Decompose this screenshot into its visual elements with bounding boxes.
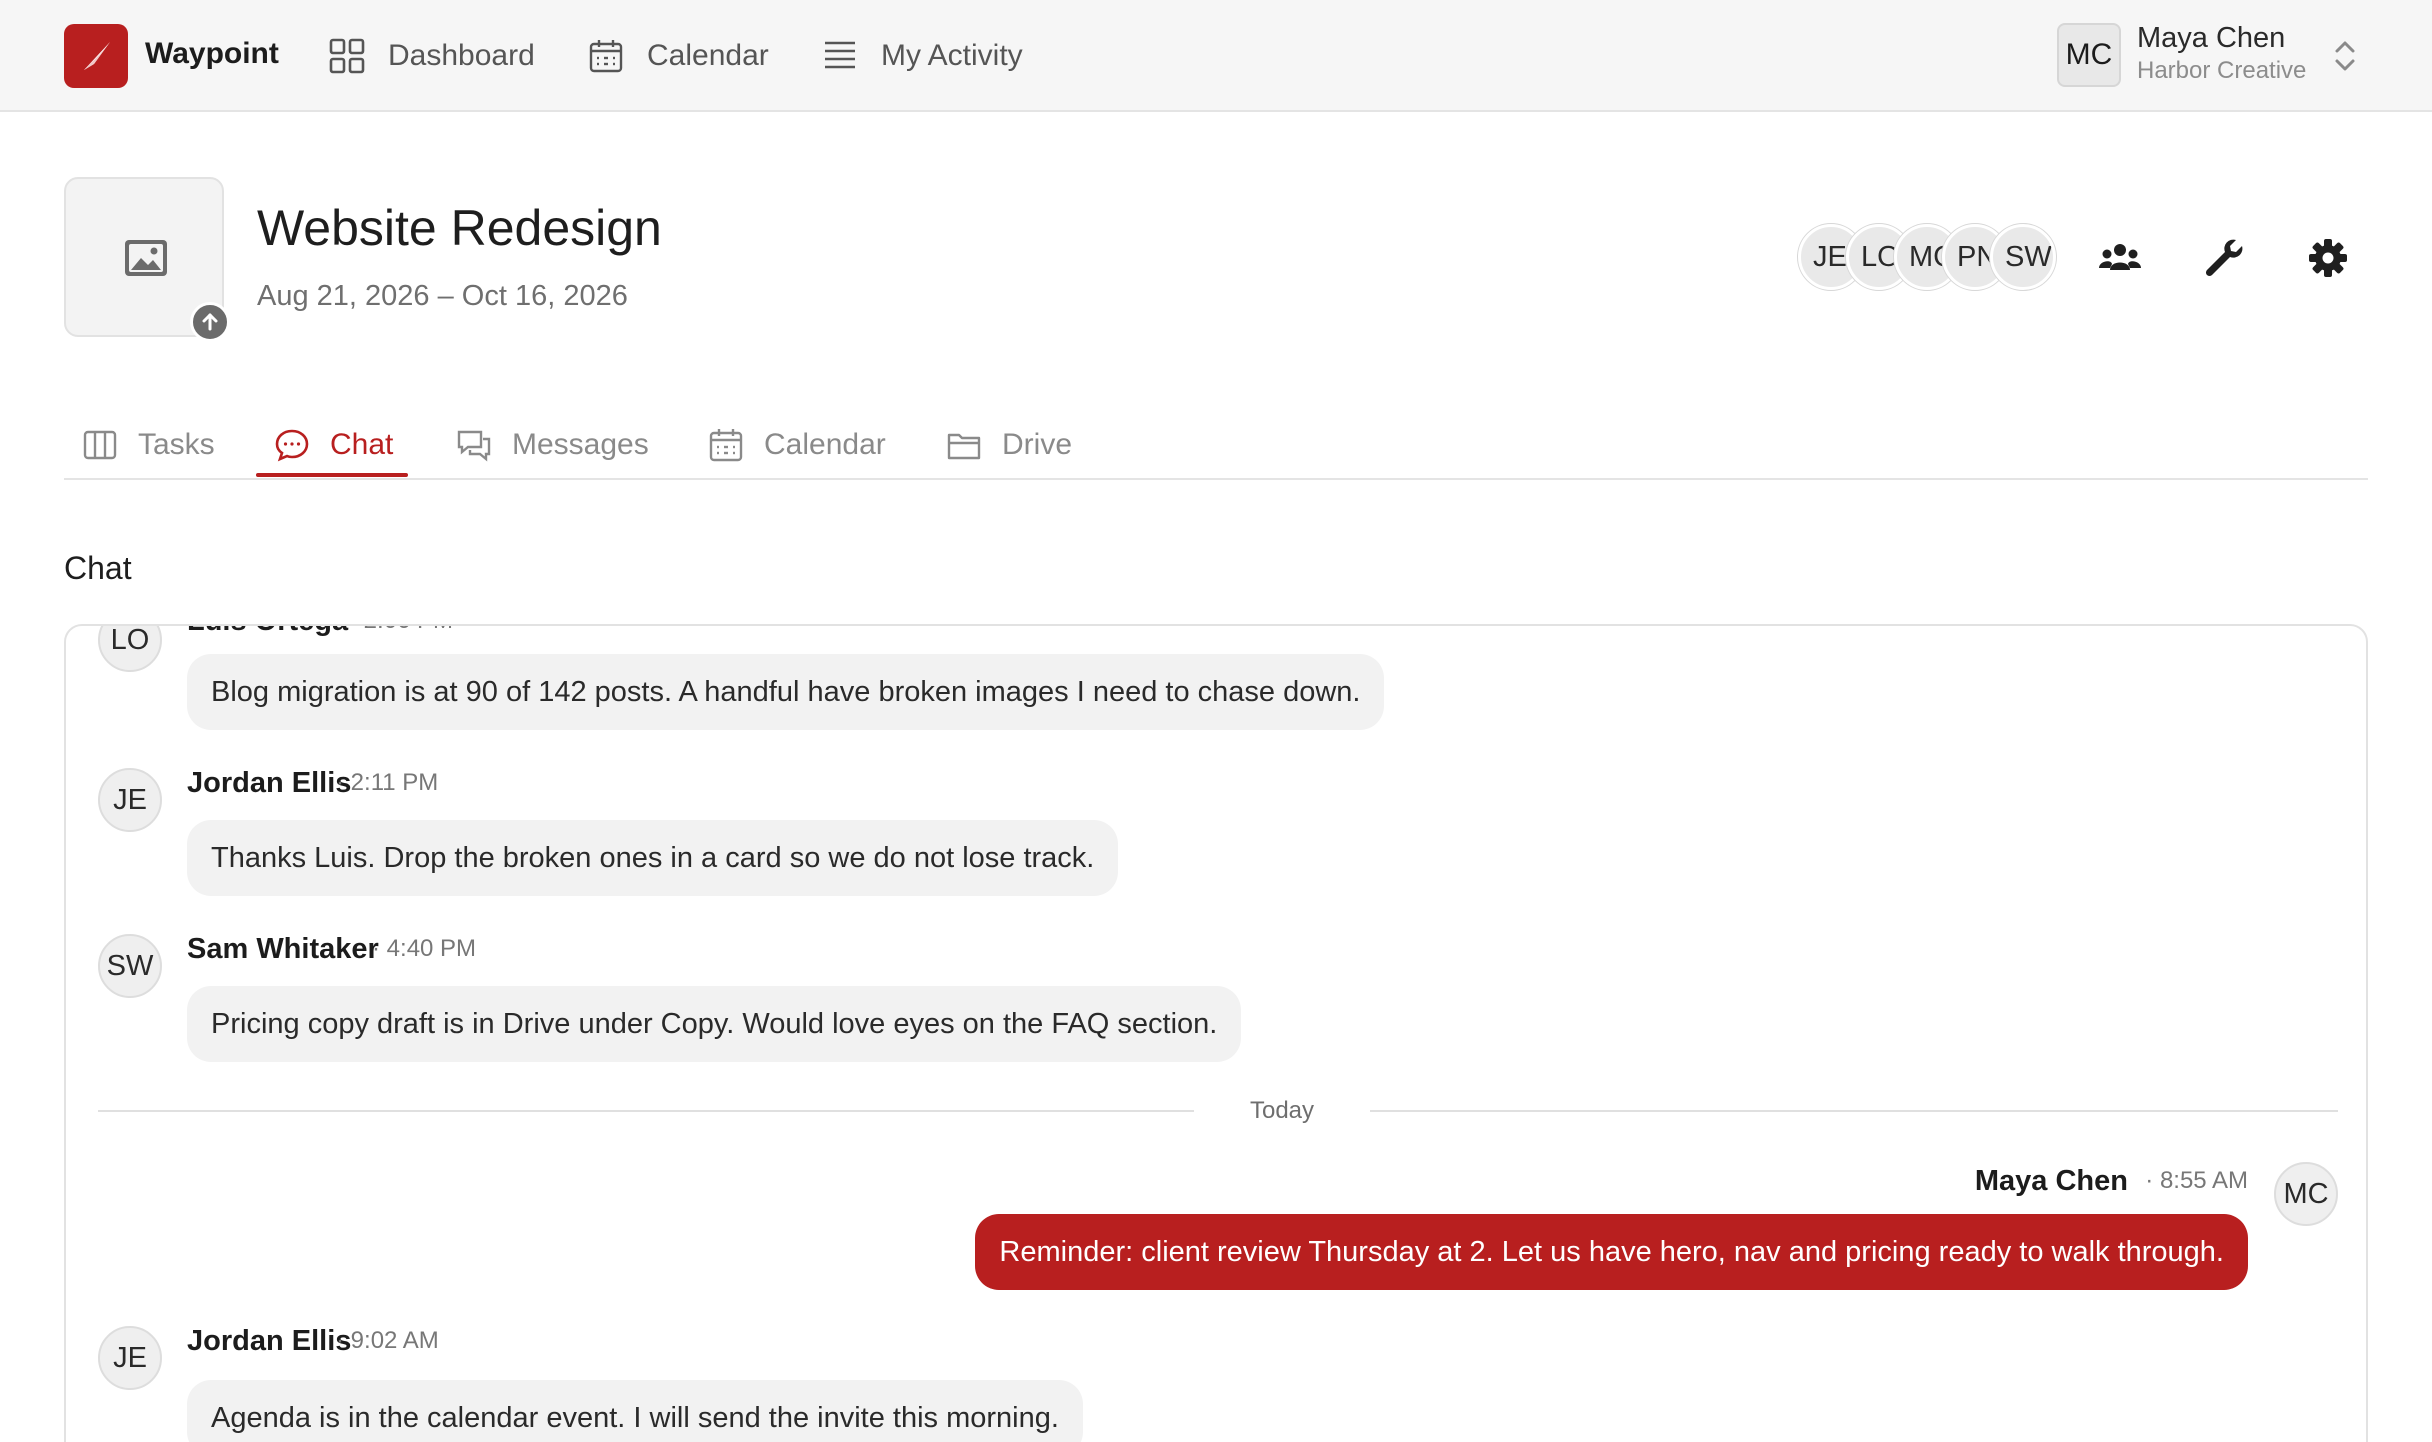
- message-bubble: Blog migration is at 90 of 142 posts. A …: [187, 654, 1385, 730]
- chat-message-list[interactable]: LO Luis Ortega · 2:06 PM Blog migration …: [64, 624, 2368, 1442]
- top-nav-bar: Waypoint Dashboard Calendar My Activity …: [0, 0, 2432, 112]
- arrow-up-icon: [202, 313, 218, 331]
- account-name[interactable]: Maya Chen: [2137, 20, 2285, 56]
- message-time: · 8:55 AM: [2145, 1167, 2248, 1194]
- upload-image-button[interactable]: [190, 302, 230, 342]
- message-time: · 2:06 PM: [349, 626, 453, 638]
- settings-button[interactable]: [2306, 236, 2350, 280]
- calendar-icon: [709, 429, 743, 462]
- message-bubble: Agenda is in the calendar event. I will …: [187, 1380, 1083, 1442]
- folder-icon: [947, 433, 981, 460]
- wrench-icon: [2205, 239, 2243, 277]
- chat-section-title: Chat: [64, 550, 132, 586]
- activity-list-icon: [825, 41, 855, 69]
- nav-link-label: Dashboard: [388, 39, 535, 72]
- dashboard-grid-icon: [329, 38, 365, 74]
- message-avatar: LO: [98, 626, 162, 672]
- account-avatar[interactable]: MC: [2057, 23, 2121, 87]
- nav-link-dashboard[interactable]: Dashboard: [328, 32, 535, 80]
- message-bubble-own: Reminder: client review Thursday at 2. L…: [975, 1214, 2248, 1290]
- date-divider-line: [98, 1110, 1194, 1112]
- message-avatar: SW: [98, 934, 162, 998]
- message-author: Maya Chen: [1974, 1165, 2128, 1197]
- tab-label: Chat: [330, 428, 394, 461]
- chat-bubble-icon: [275, 429, 309, 462]
- tab-messages[interactable]: Messages: [456, 420, 649, 470]
- nav-link-label: Calendar: [647, 39, 769, 72]
- project-dates: Aug 21, 2026 – Oct 16, 2026: [257, 280, 628, 312]
- tab-label: Calendar: [764, 428, 886, 461]
- waypoint-logo-icon[interactable]: [64, 24, 128, 88]
- message-avatar: JE: [98, 1326, 162, 1390]
- tab-label: Tasks: [138, 428, 215, 461]
- image-icon: [125, 240, 167, 276]
- project-title: Website Redesign: [257, 200, 662, 256]
- date-divider-line: [1370, 1110, 2338, 1112]
- brand-name[interactable]: Waypoint: [145, 36, 279, 72]
- message-time: · 2:11 PM: [336, 769, 439, 796]
- nav-link-calendar[interactable]: Calendar: [587, 32, 769, 80]
- date-divider-label: Today: [1249, 1097, 1315, 1124]
- gear-icon: [2309, 239, 2347, 277]
- message-time: · 9:02 AM: [336, 1327, 439, 1354]
- tab-calendar[interactable]: Calendar: [708, 420, 886, 470]
- message-bubble: Pricing copy draft is in Drive under Cop…: [187, 986, 1242, 1062]
- messages-icon: [457, 430, 491, 462]
- message-author: Jordan Ellis: [187, 767, 352, 799]
- message-avatar: MC: [2274, 1162, 2338, 1226]
- message-author: Sam Whitaker: [187, 933, 379, 965]
- nav-link-label: My Activity: [881, 39, 1023, 72]
- message-author: Jordan Ellis: [187, 1325, 352, 1357]
- active-tab-indicator: [256, 473, 408, 477]
- chevron-up-down-icon[interactable]: [2332, 36, 2358, 76]
- columns-icon: [83, 430, 117, 460]
- member-avatar[interactable]: SW: [1990, 224, 2056, 290]
- message-avatar: JE: [98, 768, 162, 832]
- tab-drive[interactable]: Drive: [946, 420, 1072, 470]
- account-org: Harbor Creative: [2137, 57, 2307, 84]
- message-author: Luis Ortega: [187, 626, 348, 638]
- tab-label: Drive: [1002, 428, 1073, 461]
- tools-button[interactable]: [2202, 236, 2246, 280]
- tab-chat[interactable]: Chat: [274, 420, 393, 470]
- members-button[interactable]: [2098, 236, 2142, 280]
- calendar-icon: [589, 40, 623, 73]
- nav-link-my-activity[interactable]: My Activity: [821, 32, 1023, 80]
- tab-label: Messages: [512, 428, 649, 461]
- message-bubble: Thanks Luis. Drop the broken ones in a c…: [187, 820, 1119, 896]
- tab-tasks[interactable]: Tasks: [82, 420, 215, 470]
- project-tabs: Tasks Chat Messages Calendar Drive: [64, 406, 2368, 480]
- users-group-icon: [2099, 244, 2141, 270]
- message-time: · 4:40 PM: [372, 935, 477, 962]
